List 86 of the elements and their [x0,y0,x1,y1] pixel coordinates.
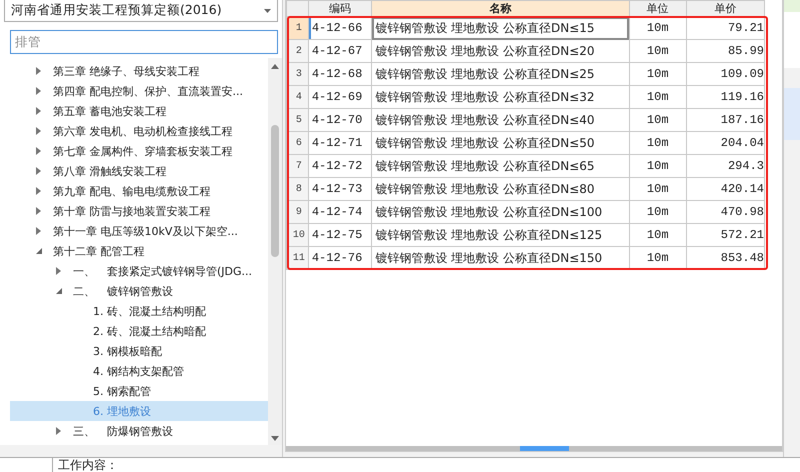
tree-item[interactable]: 第三章 绝缘子、母线安装工程 [10,61,268,81]
table-cell: 4-12-71 [308,132,372,154]
table-cell: 10m [629,40,686,62]
tree-item[interactable]: 3. 钢模板暗配 [10,341,268,361]
table-cell: 镀锌钢管敷设 埋地敷设 公称直径DN≤32 [372,86,630,108]
tree-item[interactable]: 第四章 配电控制、保护、直流装置安... [10,81,268,101]
table-cell: 镀锌钢管敷设 埋地敷设 公称直径DN≤50 [372,132,630,154]
tree-item[interactable]: 二、 镀锌钢管敷设 [10,281,268,301]
expand-arrow-icon[interactable] [36,207,41,215]
collapse-arrow-icon[interactable] [56,288,62,294]
table-cell: 10m [629,154,686,178]
table-cell: 4-12-73 [308,178,372,200]
tree-item[interactable]: 第六章 发电机、电动机检查接线工程 [10,121,268,141]
work-content-label: 工作内容： [58,458,118,472]
table-cell: 470.98 [686,200,764,224]
tree-item[interactable]: 4. 钢结构支架配管 [10,361,268,381]
column-header[interactable]: 单价 [686,0,764,16]
dropdown-caret-icon [264,8,271,12]
tree-item[interactable]: 一、 套接紧定式镀锌钢导管(JDG... [10,261,268,281]
expand-arrow-icon[interactable] [36,227,41,235]
tree-item[interactable]: 5. 钢索配管 [10,381,268,401]
tree-item[interactable]: 第十一章 电压等级10kV及以下架空... [10,221,268,241]
table-cell: 10m [629,16,686,40]
scrollbar[interactable] [286,446,782,451]
table-cell: 4-12-69 [308,86,372,108]
search-field[interactable]: 排管 [10,30,278,54]
expand-arrow-icon[interactable] [36,107,41,115]
table-cell: 镀锌钢管敷设 埋地敷设 公称直径DN≤40 [372,108,630,132]
expand-arrow-icon[interactable] [56,267,61,275]
tree-item[interactable]: 第八章 滑触线安装工程 [10,161,268,181]
collapse-arrow-icon[interactable] [36,248,42,254]
table-cell: 10m [629,178,686,200]
table-cell: 镀锌钢管敷设 埋地敷设 公称直径DN≤15 [372,16,630,40]
scrollbar[interactable] [268,58,282,445]
expand-arrow-icon[interactable] [36,87,41,95]
side-panel-cell [784,0,800,12]
table-cell: 镀锌钢管敷设 埋地敷设 公称直径DN≤125 [372,224,630,246]
table-cell: 420.14 [686,178,764,200]
table-cell: 镀锌钢管敷设 埋地敷设 公称直径DN≤65 [372,154,630,178]
expand-arrow-icon[interactable] [36,147,41,155]
table-cell: 10m [629,86,686,108]
table-cell: 4-12-72 [308,154,372,178]
expand-arrow-icon[interactable] [36,167,41,175]
tree-item[interactable]: 三、 防爆钢管敷设 [10,421,268,441]
expand-arrow-icon[interactable] [36,127,41,135]
table-cell: 572.21 [686,224,764,246]
tree-item[interactable]: 1. 砖、混凝土结构明配 [10,301,268,321]
tree-item[interactable]: 第十二章 配管工程 [10,241,268,261]
tree-item[interactable]: 第五章 蓄电池安装工程 [10,101,268,121]
side-panel-cell [784,88,800,140]
expand-arrow-icon[interactable] [36,67,41,75]
table-cell: 119.16 [686,86,764,108]
column-header[interactable]: 单位 [629,0,686,16]
table-cell: 10m [629,108,686,132]
table-cell: 4-12-75 [308,224,372,246]
quota-dropdown[interactable]: 河南省通用安装工程预算定额(2016) [4,0,278,22]
table-cell: 10m [629,200,686,224]
scroll-thumb[interactable] [520,446,568,451]
expand-arrow-icon[interactable] [56,427,61,435]
scroll-thumb[interactable] [271,125,279,257]
column-header[interactable]: 编码 [308,0,372,16]
table-cell: 4-12-67 [308,40,372,62]
table-cell: 10m [629,224,686,246]
table-cell: 187.16 [686,108,764,132]
table-cell: 镀锌钢管敷设 埋地敷设 公称直径DN≤80 [372,178,630,200]
table-cell: 4-12-74 [308,200,372,224]
table-cell: 204.04 [686,132,764,154]
table-cell: 4-12-70 [308,108,372,132]
column-header[interactable]: 名称 [372,0,630,16]
table-cell: 镀锌钢管敷设 埋地敷设 公称直径DN≤25 [372,62,630,86]
table-cell: 85.99 [686,40,764,62]
scroll-up-icon[interactable] [271,64,279,69]
table-cell: 10m [629,132,686,154]
table-cell: 镀锌钢管敷设 埋地敷设 公称直径DN≤100 [372,200,630,224]
table-cell: 79.21 [686,16,764,40]
tree-item[interactable]: 第十章 防雷与接地装置安装工程 [10,201,268,221]
scroll-down-icon[interactable] [271,436,279,441]
table-cell: 294.3 [686,154,764,178]
table-cell: 10m [629,62,686,86]
tree-item[interactable]: 2. 砖、混凝土结构暗配 [10,321,268,341]
table-cell: 镀锌钢管敷设 埋地敷设 公称直径DN≤20 [372,40,630,62]
tree-item[interactable]: 第七章 金属构件、穿墙套板安装工程 [10,141,268,161]
tree-item[interactable]: 第九章 配电、输电电缆敷设工程 [10,181,268,201]
table-cell: 4-12-68 [308,62,372,86]
expand-arrow-icon[interactable] [36,187,41,195]
table-cell: 109.09 [686,62,764,86]
